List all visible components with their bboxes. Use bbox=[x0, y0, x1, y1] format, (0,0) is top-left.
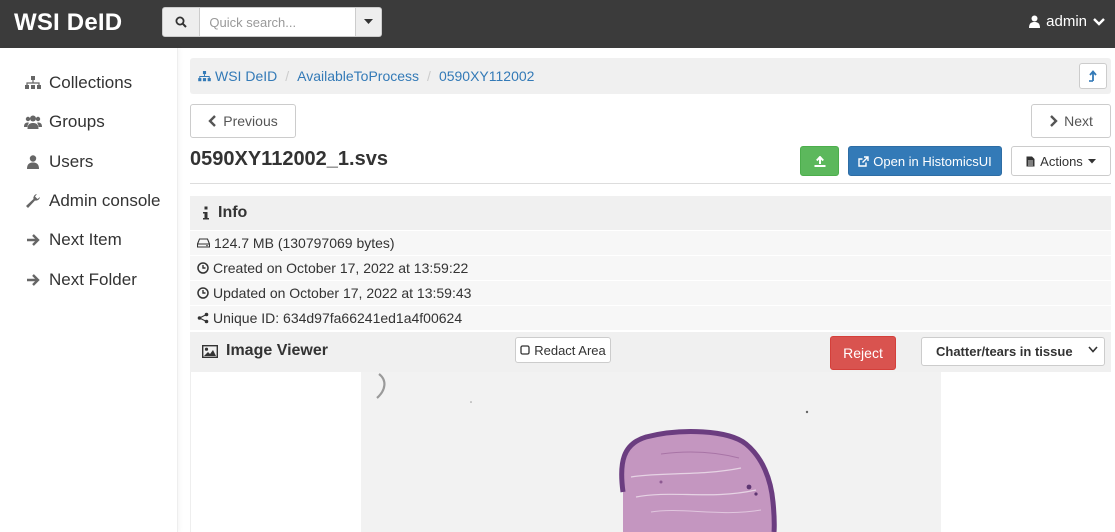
user-icon bbox=[1029, 15, 1041, 28]
quick-search bbox=[162, 7, 382, 37]
sidebar-item-next-item[interactable]: Next Item bbox=[24, 230, 122, 250]
wrench-icon bbox=[24, 193, 42, 209]
next-button[interactable]: Next bbox=[1031, 104, 1111, 138]
upload-icon bbox=[814, 155, 825, 167]
image-viewer-canvas[interactable] bbox=[190, 372, 1111, 532]
sidebar-item-label: Collections bbox=[49, 73, 133, 92]
sidebar-item-next-folder[interactable]: Next Folder bbox=[24, 270, 137, 290]
updated-date: Updated on October 17, 2022 at 13:59:43 bbox=[213, 285, 472, 301]
viewer-heading: Image Viewer bbox=[226, 342, 328, 359]
redact-area-button[interactable]: Redact Area bbox=[515, 337, 611, 363]
sidebar: Collections Groups Users Admin console N… bbox=[0, 48, 178, 532]
sidebar-item-label: Users bbox=[49, 152, 94, 171]
file-size: 124.7 MB (130797069 bytes) bbox=[214, 235, 395, 251]
search-icon bbox=[162, 7, 201, 37]
info-panel-header: Info bbox=[190, 196, 1111, 230]
chevron-down-icon bbox=[1093, 17, 1105, 26]
histomics-label: Open in HistomicsUI bbox=[873, 153, 992, 169]
caret-down-icon bbox=[364, 19, 374, 24]
info-created-row: Created on October 17, 2022 at 13:59:22 bbox=[190, 256, 1111, 280]
slide-image[interactable] bbox=[361, 372, 941, 532]
open-histomicsui-button[interactable]: Open in HistomicsUI bbox=[848, 146, 1002, 176]
created-date: Created on October 17, 2022 at 13:59:22 bbox=[213, 260, 469, 276]
sidebar-item-label: Next Item bbox=[49, 230, 122, 249]
actions-label: Actions bbox=[1040, 153, 1083, 169]
sidebar-item-admin-console[interactable]: Admin console bbox=[24, 191, 161, 211]
reject-reason-select[interactable]: Chatter/tears in tissue bbox=[921, 337, 1105, 366]
page-title: 0590XY112002_1.svs bbox=[190, 148, 388, 170]
level-up-icon bbox=[1089, 70, 1097, 82]
tissue-slide-graphic bbox=[361, 372, 941, 532]
unique-id: Unique ID: 634d97fa66241ed1a4f00624 bbox=[213, 310, 463, 326]
previous-label: Previous bbox=[223, 113, 278, 129]
reject-label: Reject bbox=[843, 345, 883, 361]
arrow-right-icon bbox=[24, 233, 42, 247]
sidebar-item-groups[interactable]: Groups bbox=[24, 112, 105, 132]
sidebar-item-collections[interactable]: Collections bbox=[24, 73, 132, 93]
redact-label: Redact Area bbox=[534, 342, 606, 358]
user-menu[interactable]: admin bbox=[1029, 13, 1105, 30]
chevron-left-icon bbox=[208, 115, 217, 127]
brand-logo[interactable]: WSI DeID bbox=[14, 9, 122, 37]
breadcrumb-subfolder[interactable]: 0590XY112002 bbox=[439, 68, 535, 84]
info-heading: Info bbox=[218, 204, 248, 221]
search-input[interactable] bbox=[200, 7, 357, 37]
share-icon bbox=[197, 312, 209, 324]
upload-button[interactable] bbox=[800, 146, 839, 176]
file-icon bbox=[1026, 156, 1035, 166]
reject-button[interactable]: Reject bbox=[830, 336, 896, 370]
clock-icon bbox=[197, 262, 209, 274]
reject-reason-value: Chatter/tears in tissue bbox=[936, 344, 1073, 359]
chevron-down-icon bbox=[1088, 346, 1098, 353]
square-outline-icon bbox=[520, 345, 530, 355]
divider bbox=[190, 183, 1111, 184]
info-id-row: Unique ID: 634d97fa66241ed1a4f00624 bbox=[190, 306, 1111, 330]
user-icon bbox=[24, 155, 42, 169]
user-name: admin bbox=[1046, 13, 1087, 30]
actions-dropdown[interactable]: Actions bbox=[1011, 146, 1111, 176]
image-icon bbox=[202, 344, 218, 358]
sidebar-item-users[interactable]: Users bbox=[24, 152, 93, 172]
sidebar-item-label: Groups bbox=[49, 112, 105, 131]
search-mode-dropdown[interactable] bbox=[356, 7, 382, 37]
caret-down-icon bbox=[1087, 158, 1096, 163]
sidebar-item-label: Next Folder bbox=[49, 270, 137, 289]
breadcrumb-folder[interactable]: AvailableToProcess bbox=[297, 68, 419, 84]
breadcrumb-separator: / bbox=[285, 68, 290, 84]
clock-icon bbox=[197, 287, 209, 299]
users-icon bbox=[24, 115, 42, 129]
previous-button[interactable]: Previous bbox=[190, 104, 296, 138]
sitemap-icon bbox=[24, 76, 42, 90]
hard-drive-icon bbox=[197, 238, 210, 248]
breadcrumb-separator: / bbox=[427, 68, 431, 84]
info-size-row: 124.7 MB (130797069 bytes) bbox=[190, 231, 1111, 255]
top-navbar: WSI DeID admin bbox=[0, 0, 1115, 48]
arrow-right-icon bbox=[24, 273, 42, 287]
info-updated-row: Updated on October 17, 2022 at 13:59:43 bbox=[190, 281, 1111, 305]
info-icon bbox=[203, 206, 209, 220]
parent-folder-button[interactable] bbox=[1079, 63, 1107, 89]
sidebar-item-label: Admin console bbox=[49, 191, 161, 210]
chevron-right-icon bbox=[1050, 115, 1058, 127]
sitemap-icon bbox=[198, 70, 211, 82]
next-label: Next bbox=[1064, 113, 1093, 129]
breadcrumb: WSI DeID / AvailableToProcess / 0590XY11… bbox=[190, 58, 1111, 94]
external-link-icon bbox=[858, 155, 869, 167]
breadcrumb-root[interactable]: WSI DeID bbox=[215, 68, 277, 84]
